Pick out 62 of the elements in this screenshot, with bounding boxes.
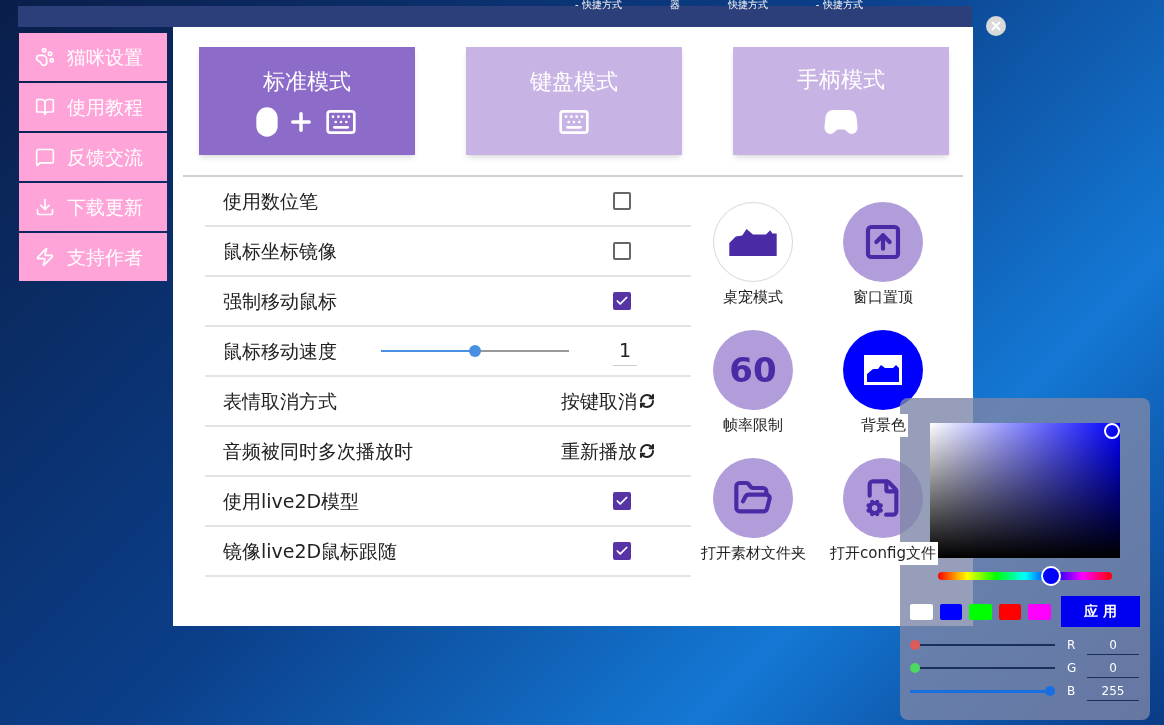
picker-thumb[interactable] bbox=[1104, 423, 1120, 439]
desktop-icon-label[interactable]: - 快捷方式 bbox=[575, 0, 622, 10]
channel-label: R bbox=[1067, 637, 1077, 654]
setting-label: 镜像live2D鼠标跟随 bbox=[223, 538, 398, 564]
close-icon bbox=[991, 21, 1001, 31]
slider-thumb[interactable] bbox=[469, 345, 481, 357]
desktop-icon-label[interactable]: - 快捷方式 bbox=[815, 0, 863, 10]
channel-slider-thumb[interactable] bbox=[1045, 686, 1055, 696]
book-icon bbox=[35, 97, 55, 117]
setting-label: 使用live2D模型 bbox=[223, 488, 360, 514]
color-swatch[interactable] bbox=[1028, 603, 1051, 620]
setting-label: 鼠标移动速度 bbox=[223, 338, 337, 364]
round-button-label: 打开config文件 bbox=[828, 542, 938, 565]
cat-silhouette-icon bbox=[729, 228, 777, 256]
channel-value-field[interactable]: 0 bbox=[1087, 635, 1139, 655]
cycle-icon bbox=[639, 393, 655, 409]
setting-label: 强制移动鼠标 bbox=[223, 288, 337, 314]
channel-slider-thumb[interactable] bbox=[910, 640, 920, 650]
pin-top-icon bbox=[863, 222, 903, 262]
channel-label: G bbox=[1067, 660, 1078, 677]
channel-value-field[interactable]: 0 bbox=[1087, 658, 1139, 678]
cycle-option[interactable]: 重新播放 bbox=[561, 436, 655, 466]
check-icon bbox=[615, 294, 629, 308]
paw-icon bbox=[35, 47, 55, 67]
setting-label: 表情取消方式 bbox=[223, 388, 337, 414]
speed-value-field[interactable]: 1 bbox=[613, 336, 637, 366]
cycle-icon bbox=[639, 443, 655, 459]
setting-label: 鼠标坐标镜像 bbox=[223, 238, 337, 264]
round-button-label: 背景色 bbox=[858, 414, 908, 437]
color-swatch[interactable] bbox=[939, 603, 963, 620]
round-button[interactable]: 60 bbox=[713, 330, 793, 410]
channel-slider[interactable] bbox=[910, 686, 1055, 696]
apply-button[interactable]: 应 用 bbox=[1060, 596, 1140, 627]
color-swatch[interactable] bbox=[969, 603, 992, 620]
checkbox[interactable] bbox=[613, 492, 631, 510]
channel-value-field[interactable]: 255 bbox=[1087, 681, 1139, 701]
fps-label: 60 bbox=[729, 353, 777, 387]
checkbox[interactable] bbox=[613, 192, 631, 210]
channel-slider[interactable] bbox=[910, 663, 1055, 673]
channel-slider[interactable] bbox=[910, 640, 1055, 650]
checkbox[interactable] bbox=[613, 542, 631, 560]
checkbox[interactable] bbox=[613, 242, 631, 260]
check-icon bbox=[615, 544, 629, 558]
download-icon bbox=[35, 197, 55, 217]
channel-label: B bbox=[1067, 683, 1077, 700]
picture-icon bbox=[863, 354, 903, 386]
cycle-option[interactable]: 按键取消 bbox=[561, 386, 655, 416]
setting-label: 使用数位笔 bbox=[223, 188, 318, 214]
hue-thumb[interactable] bbox=[1041, 566, 1062, 586]
channel-slider-thumb[interactable] bbox=[910, 663, 920, 673]
hue-slider[interactable] bbox=[938, 566, 1112, 586]
desktop-icon-label[interactable]: 快捷方式 bbox=[727, 0, 768, 10]
color-swatch[interactable] bbox=[998, 603, 1022, 620]
mode-card[interactable]: 标准模式 bbox=[199, 47, 415, 155]
setting-label: 音频被同时多次播放时 bbox=[223, 438, 413, 464]
checkbox[interactable] bbox=[613, 292, 631, 310]
desktop-icon-label[interactable]: 器 bbox=[669, 0, 680, 10]
lightning-icon bbox=[35, 247, 55, 267]
speed-slider[interactable] bbox=[381, 345, 569, 357]
check-icon bbox=[615, 494, 629, 508]
color-swatch[interactable] bbox=[910, 603, 933, 620]
chat-icon bbox=[35, 147, 55, 167]
